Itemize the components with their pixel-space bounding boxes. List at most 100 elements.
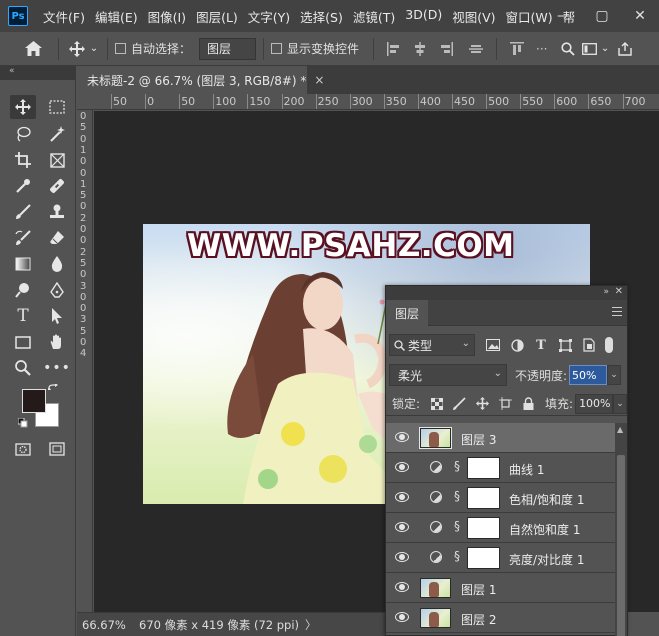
more-options-icon[interactable]: ··· [536, 42, 550, 56]
visibility-eye-icon[interactable] [395, 612, 409, 622]
auto-select-target-dropdown[interactable]: 图层 [199, 37, 257, 60]
menu-edit[interactable]: 编辑(E) [90, 7, 143, 26]
auto-select-checkbox[interactable] [115, 43, 126, 54]
filter-type-icon[interactable]: T [533, 337, 549, 353]
home-icon[interactable] [18, 41, 48, 56]
filter-adjustment-icon[interactable] [509, 337, 525, 353]
blend-mode-dropdown[interactable]: 柔光 ⌄ [389, 364, 507, 386]
move-tool-icon[interactable] [66, 40, 88, 57]
gradient-tool-icon[interactable] [10, 252, 36, 276]
workspace-icon[interactable] [578, 42, 600, 55]
rectangle-tool-icon[interactable] [10, 330, 36, 354]
panel-menu-icon[interactable] [612, 307, 622, 317]
lasso-tool-icon[interactable] [10, 122, 36, 146]
marquee-tool-icon[interactable] [44, 95, 70, 119]
fill-slider-toggle[interactable]: ⌄ [613, 393, 627, 414]
dodge-tool-icon[interactable] [10, 278, 36, 302]
zoom-level[interactable]: 66.67% [77, 618, 137, 632]
link-chain-icon[interactable]: § [454, 489, 460, 503]
filter-toggle[interactable] [605, 337, 613, 353]
scrollbar-thumb[interactable] [617, 455, 625, 636]
menu-type[interactable]: 文字(Y) [243, 7, 295, 26]
type-tool-icon[interactable]: T [10, 304, 36, 328]
visibility-eye-icon[interactable] [395, 552, 409, 562]
lock-position-icon[interactable] [476, 397, 490, 411]
layer-row[interactable]: 图层 2 [386, 603, 615, 633]
close-window-button[interactable]: ✕ [621, 0, 659, 32]
lock-transparent-pixels-icon[interactable] [430, 397, 443, 411]
eyedropper-tool-icon[interactable] [10, 174, 36, 198]
chevron-down-icon[interactable]: ⌄ [600, 43, 610, 54]
path-selection-tool-icon[interactable] [44, 304, 70, 328]
link-chain-icon[interactable]: § [454, 459, 460, 473]
more-tools-icon[interactable]: ••• [43, 356, 70, 380]
toolbar-collapse[interactable]: « [0, 66, 76, 80]
link-chain-icon[interactable]: § [454, 519, 460, 533]
opacity-slider-toggle[interactable]: ⌄ [607, 365, 622, 385]
link-chain-icon[interactable]: § [454, 549, 460, 563]
eraser-tool-icon[interactable] [44, 226, 70, 250]
chevron-down-icon[interactable]: ⌄ [88, 43, 100, 54]
brush-tool-icon[interactable] [10, 200, 36, 224]
menu-3d[interactable]: 3D(D) [400, 7, 447, 26]
align-right-icon[interactable] [439, 41, 454, 56]
panel-collapse-icon[interactable]: » [603, 287, 609, 297]
default-colors-icon[interactable] [16, 416, 30, 430]
hand-tool-icon[interactable] [44, 330, 70, 354]
foreground-color-swatch[interactable] [22, 389, 46, 413]
visibility-eye-icon[interactable] [395, 522, 409, 532]
filter-shape-icon[interactable] [557, 337, 573, 353]
layers-scrollbar[interactable]: ▲ [615, 423, 627, 636]
visibility-eye-icon[interactable] [395, 432, 409, 442]
layer-filter-dropdown[interactable]: 类型 ⌄ [389, 334, 475, 356]
healing-brush-tool-icon[interactable] [44, 174, 70, 198]
lock-all-icon[interactable] [522, 397, 535, 411]
auto-select-option[interactable]: 自动选择： [115, 40, 191, 57]
close-tab-icon[interactable]: × [314, 73, 324, 87]
crop-tool-icon[interactable] [10, 148, 36, 172]
filter-pixel-icon[interactable] [485, 337, 501, 353]
menu-file[interactable]: 文件(F) [38, 7, 90, 26]
zoom-tool-icon[interactable] [10, 356, 36, 380]
magic-wand-tool-icon[interactable] [44, 122, 70, 146]
layer-row[interactable]: § 色相/饱和度 1 [386, 483, 615, 513]
tab-layers[interactable]: 图层 [386, 300, 428, 326]
align-center-icon[interactable] [413, 41, 427, 56]
pen-tool-icon[interactable] [44, 278, 70, 302]
distribute-top-icon[interactable] [510, 41, 525, 56]
layer-row[interactable]: 图层 3 [386, 423, 615, 453]
move-tool-icon[interactable] [10, 95, 36, 119]
stamp-tool-icon[interactable] [44, 200, 70, 224]
restore-button[interactable]: ▢ [583, 0, 621, 32]
opacity-input[interactable]: 50% [569, 365, 608, 385]
layer-row[interactable]: § 曲线 1 [386, 453, 615, 483]
share-icon[interactable] [614, 41, 636, 56]
visibility-eye-icon[interactable] [395, 582, 409, 592]
search-icon[interactable] [558, 41, 578, 56]
history-brush-tool-icon[interactable] [10, 226, 36, 250]
align-middle-icon[interactable] [469, 42, 484, 56]
visibility-eye-icon[interactable] [395, 492, 409, 502]
show-transform-checkbox[interactable] [271, 43, 283, 54]
scroll-up-icon[interactable]: ▲ [617, 425, 623, 434]
menu-view[interactable]: 视图(V) [447, 7, 500, 26]
lock-image-pixels-icon[interactable] [453, 397, 466, 411]
layer-row[interactable]: § 亮度/对比度 1 [386, 543, 615, 573]
fill-input[interactable]: 100% [575, 393, 614, 414]
screen-mode-icon[interactable] [44, 437, 70, 461]
layer-row[interactable]: § 自然饱和度 1 [386, 513, 615, 543]
panel-close-icon[interactable]: ✕ [615, 286, 623, 297]
menu-select[interactable]: 选择(S) [295, 7, 348, 26]
align-left-icon[interactable] [387, 41, 401, 56]
filter-smart-object-icon[interactable] [581, 337, 597, 353]
menu-layer[interactable]: 图层(L) [191, 7, 243, 26]
menu-image[interactable]: 图像(I) [143, 7, 191, 26]
quick-mask-icon[interactable] [10, 437, 36, 461]
layer-row[interactable]: 图层 1 [386, 573, 615, 603]
minimize-button[interactable]: — [545, 0, 583, 32]
visibility-eye-icon[interactable] [395, 462, 409, 472]
frame-tool-icon[interactable] [44, 148, 70, 172]
status-menu-arrow-icon[interactable]: 〉 [305, 617, 317, 633]
swap-colors-icon[interactable] [46, 382, 60, 396]
show-transform-option[interactable]: 显示变换控件 [271, 40, 359, 57]
